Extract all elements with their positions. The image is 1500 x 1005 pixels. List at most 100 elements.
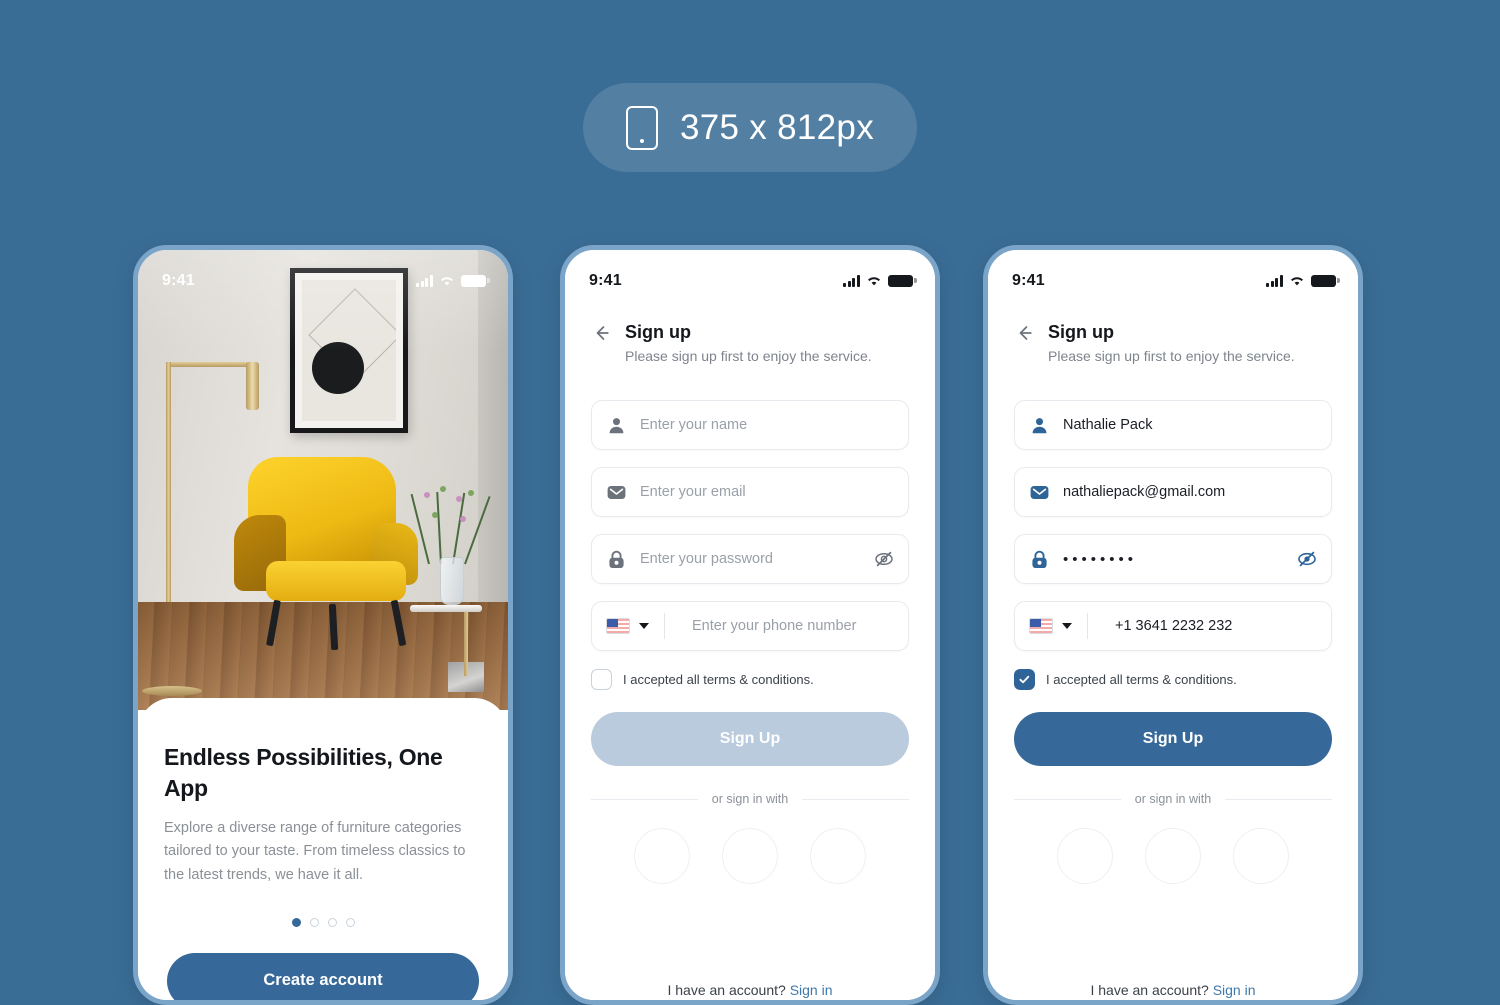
phone-field[interactable]: +1 3641 2232 232 bbox=[1014, 601, 1332, 651]
user-icon bbox=[606, 415, 627, 436]
password-input[interactable]: •••••••• bbox=[1063, 551, 1284, 568]
status-bar: 9:41 bbox=[565, 250, 935, 298]
email-field[interactable]: Enter your email bbox=[591, 467, 909, 517]
terms-row[interactable]: I accepted all terms & conditions. bbox=[1014, 669, 1332, 690]
envelope-icon bbox=[1029, 482, 1050, 503]
social-login-row bbox=[591, 828, 909, 884]
signal-icon bbox=[1266, 275, 1283, 287]
signal-icon bbox=[843, 275, 860, 287]
phone-input[interactable]: +1 3641 2232 232 bbox=[1115, 618, 1317, 634]
battery-icon bbox=[888, 275, 913, 288]
name-input[interactable]: Nathalie Pack bbox=[1063, 417, 1317, 433]
form-fields: Nathalie Pack nathaliepack@gmail.com •••… bbox=[1014, 400, 1332, 651]
signin-footer: I have an account? Sign in bbox=[988, 982, 1358, 998]
chevron-down-icon[interactable] bbox=[639, 623, 649, 629]
status-icons bbox=[416, 275, 486, 288]
hero-overlay bbox=[138, 250, 508, 710]
or-divider: or sign in with bbox=[591, 792, 909, 806]
phone-field[interactable]: Enter your phone number bbox=[591, 601, 909, 651]
wifi-icon bbox=[1289, 275, 1305, 287]
signin-footer: I have an account? Sign in bbox=[565, 982, 935, 998]
signal-icon bbox=[416, 275, 433, 287]
divider-line-left bbox=[1014, 799, 1121, 800]
signin-link[interactable]: Sign in bbox=[790, 982, 833, 998]
divider-line-right bbox=[1225, 799, 1332, 800]
field-divider bbox=[664, 613, 665, 639]
signup-form: Sign up Please sign up first to enjoy th… bbox=[988, 250, 1358, 1000]
page-title: Sign up bbox=[625, 322, 691, 343]
name-field[interactable]: Enter your name bbox=[591, 400, 909, 450]
social-login-button-3[interactable] bbox=[1233, 828, 1289, 884]
screen-signup-filled: 9:41 Sign up Please sign up first to enj… bbox=[988, 250, 1358, 1000]
back-arrow-icon[interactable] bbox=[591, 323, 611, 343]
wifi-icon bbox=[439, 275, 455, 287]
status-icons bbox=[1266, 275, 1336, 288]
phone-icon bbox=[626, 106, 658, 150]
wifi-icon bbox=[866, 275, 882, 287]
signup-header: Sign up bbox=[591, 322, 909, 343]
phone-frame-onboarding: 9:41 Endless Possibilities, One App Expl… bbox=[133, 245, 513, 1005]
status-time: 9:41 bbox=[162, 272, 195, 290]
terms-label: I accepted all terms & conditions. bbox=[623, 672, 814, 687]
country-selector[interactable] bbox=[606, 618, 649, 634]
divider-line-left bbox=[591, 799, 698, 800]
signup-form: Sign up Please sign up first to enjoy th… bbox=[565, 250, 935, 1000]
pagination-dots bbox=[164, 918, 482, 927]
lock-icon bbox=[1029, 549, 1050, 570]
social-login-button-1[interactable] bbox=[634, 828, 690, 884]
pagination-dot[interactable] bbox=[346, 918, 355, 927]
status-time: 9:41 bbox=[589, 272, 622, 290]
pagination-dot[interactable] bbox=[310, 918, 319, 927]
signin-footer-text: I have an account? bbox=[667, 982, 785, 998]
us-flag-icon bbox=[1029, 618, 1053, 634]
user-icon bbox=[1029, 415, 1050, 436]
name-field[interactable]: Nathalie Pack bbox=[1014, 400, 1332, 450]
status-bar: 9:41 bbox=[988, 250, 1358, 298]
create-account-button[interactable]: Create account bbox=[167, 953, 479, 1005]
signin-link[interactable]: Sign in bbox=[1213, 982, 1256, 998]
name-input[interactable]: Enter your name bbox=[640, 417, 894, 433]
battery-icon bbox=[1311, 275, 1336, 288]
screen-onboarding: 9:41 Endless Possibilities, One App Expl… bbox=[138, 250, 508, 1000]
password-field[interactable]: Enter your password bbox=[591, 534, 909, 584]
signup-button[interactable]: Sign Up bbox=[591, 712, 909, 766]
hero-image-living-room bbox=[138, 250, 508, 710]
us-flag-icon bbox=[606, 618, 630, 634]
or-divider-label: or sign in with bbox=[1135, 792, 1211, 806]
email-input[interactable]: Enter your email bbox=[640, 484, 894, 500]
canvas-size-label: 375 x 812px bbox=[680, 108, 874, 148]
terms-checkbox[interactable] bbox=[591, 669, 612, 690]
status-bar: 9:41 bbox=[138, 250, 508, 298]
phone-input[interactable]: Enter your phone number bbox=[692, 618, 894, 634]
social-login-button-3[interactable] bbox=[810, 828, 866, 884]
page-subtitle: Please sign up first to enjoy the servic… bbox=[625, 348, 909, 364]
pagination-dot-active[interactable] bbox=[292, 918, 301, 927]
terms-checkbox[interactable] bbox=[1014, 669, 1035, 690]
email-field[interactable]: nathaliepack@gmail.com bbox=[1014, 467, 1332, 517]
battery-icon bbox=[461, 275, 486, 288]
onboarding-title: Endless Possibilities, One App bbox=[164, 742, 482, 804]
lock-icon bbox=[606, 549, 627, 570]
eye-off-icon[interactable] bbox=[1297, 549, 1317, 569]
signin-footer-text: I have an account? bbox=[1090, 982, 1208, 998]
chevron-down-icon[interactable] bbox=[1062, 623, 1072, 629]
email-input[interactable]: nathaliepack@gmail.com bbox=[1063, 484, 1317, 500]
pagination-dot[interactable] bbox=[328, 918, 337, 927]
onboarding-card: Endless Possibilities, One App Explore a… bbox=[138, 698, 508, 1000]
social-login-button-2[interactable] bbox=[1145, 828, 1201, 884]
password-input[interactable]: Enter your password bbox=[640, 551, 861, 567]
phone-frame-signup-filled: 9:41 Sign up Please sign up first to enj… bbox=[983, 245, 1363, 1005]
social-login-button-2[interactable] bbox=[722, 828, 778, 884]
signup-button[interactable]: Sign Up bbox=[1014, 712, 1332, 766]
page-title: Sign up bbox=[1048, 322, 1114, 343]
password-field[interactable]: •••••••• bbox=[1014, 534, 1332, 584]
status-icons bbox=[843, 275, 913, 288]
social-login-button-1[interactable] bbox=[1057, 828, 1113, 884]
back-arrow-icon[interactable] bbox=[1014, 323, 1034, 343]
signup-header: Sign up bbox=[1014, 322, 1332, 343]
or-divider-label: or sign in with bbox=[712, 792, 788, 806]
status-time: 9:41 bbox=[1012, 272, 1045, 290]
eye-off-icon[interactable] bbox=[874, 549, 894, 569]
country-selector[interactable] bbox=[1029, 618, 1072, 634]
terms-row[interactable]: I accepted all terms & conditions. bbox=[591, 669, 909, 690]
